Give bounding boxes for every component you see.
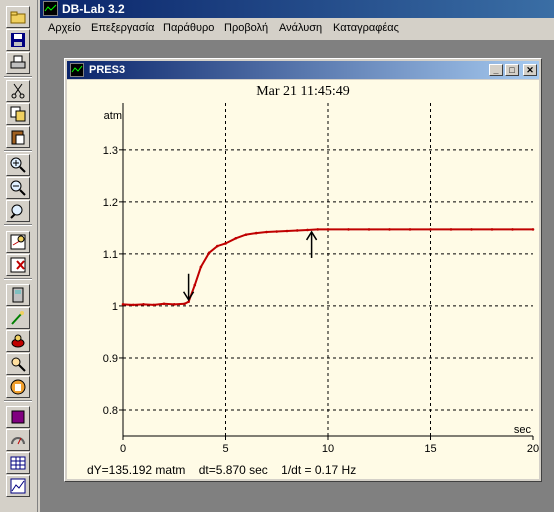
gauge-icon[interactable] bbox=[6, 429, 30, 451]
copy-icon[interactable] bbox=[6, 103, 30, 125]
maximize-button[interactable]: □ bbox=[505, 64, 519, 76]
graph-window-title: PRES3 bbox=[89, 64, 126, 76]
data-point bbox=[347, 228, 350, 231]
x-tick-label: 5 bbox=[222, 443, 228, 455]
toolbar-separator bbox=[4, 76, 32, 78]
data-point bbox=[162, 302, 166, 306]
delete-marker-icon[interactable] bbox=[6, 254, 30, 276]
dt-readout: dt=5.870 sec bbox=[198, 463, 268, 477]
x-tick-label: 15 bbox=[424, 443, 436, 455]
data-point bbox=[207, 251, 211, 255]
data-point bbox=[295, 229, 299, 232]
y-tick-label: 1.1 bbox=[103, 249, 118, 261]
graph-icon[interactable] bbox=[6, 475, 30, 497]
data-point bbox=[470, 228, 473, 231]
data-point bbox=[275, 230, 279, 233]
data-point bbox=[490, 228, 494, 231]
data-point bbox=[429, 228, 432, 231]
cut-icon[interactable] bbox=[6, 80, 30, 102]
device-icon[interactable] bbox=[6, 284, 30, 306]
data-point bbox=[142, 303, 145, 306]
toolbar-separator bbox=[4, 400, 32, 402]
menu-edit[interactable]: Επεξεργασία bbox=[89, 18, 156, 38]
add-marker-icon[interactable] bbox=[6, 231, 30, 253]
menu-file[interactable]: Αρχείο bbox=[46, 18, 83, 38]
freq-readout: 1/dt = 0.17 Hz bbox=[281, 463, 357, 477]
save-disk-icon[interactable] bbox=[6, 29, 30, 51]
x-tick-label: 0 bbox=[120, 443, 126, 455]
stop-icon[interactable] bbox=[6, 406, 30, 428]
minimize-button[interactable]: _ bbox=[489, 64, 503, 76]
record-icon[interactable] bbox=[6, 330, 30, 352]
graph-window-titlebar[interactable]: PRES3 _ □ ✕ bbox=[67, 61, 539, 79]
y-tick-label: 1.3 bbox=[103, 145, 118, 157]
x-tick-label: 10 bbox=[322, 443, 334, 455]
data-point bbox=[121, 303, 125, 306]
data-point bbox=[183, 302, 186, 306]
y-tick-label: 1.2 bbox=[103, 197, 118, 209]
data-point bbox=[316, 228, 320, 231]
toolbar-separator bbox=[4, 224, 32, 226]
zoom-out-icon[interactable] bbox=[6, 177, 30, 199]
print-icon[interactable] bbox=[6, 52, 30, 74]
left-toolbar bbox=[0, 0, 38, 512]
zoom-in-icon[interactable] bbox=[6, 154, 30, 176]
zoom-fit-icon[interactable] bbox=[6, 200, 30, 222]
graph-window-icon bbox=[70, 63, 84, 77]
x-tick-label: 20 bbox=[527, 443, 539, 455]
graph-window: PRES3 _ □ ✕ Mar 21 11:45:49 0 5 10 15 20 0.8 0… bbox=[64, 58, 542, 482]
measurement-readout: dY=135.192 matm dt=5.870 sec 1/dt = 0.17… bbox=[87, 463, 356, 477]
x-axis-label: sec bbox=[514, 424, 532, 436]
sensor-probe-icon[interactable] bbox=[6, 307, 30, 329]
data-point bbox=[172, 303, 176, 306]
y-tick-label: 1 bbox=[112, 301, 118, 313]
dy-readout: dY=135.192 matm bbox=[87, 463, 186, 477]
inspect-icon[interactable] bbox=[6, 353, 30, 375]
close-button[interactable]: ✕ bbox=[523, 64, 537, 76]
open-folder-icon[interactable] bbox=[6, 6, 30, 28]
data-point bbox=[216, 244, 219, 248]
data-point bbox=[511, 228, 514, 231]
data-point bbox=[285, 229, 289, 233]
app-logo-icon bbox=[43, 1, 58, 16]
data-point bbox=[449, 228, 453, 231]
menu-logger[interactable]: Καταγραφέας bbox=[331, 18, 401, 38]
paste-icon[interactable] bbox=[6, 126, 30, 148]
app-title: DB-Lab 3.2 bbox=[62, 2, 125, 16]
menu-window[interactable]: Παράθυρο bbox=[161, 18, 216, 38]
data-point bbox=[224, 242, 227, 245]
menu-analysis[interactable]: Ανάλυση bbox=[277, 18, 324, 38]
data-point bbox=[367, 228, 371, 231]
toolbar-separator bbox=[4, 278, 32, 280]
graph-client-area: Mar 21 11:45:49 0 5 10 15 20 0.8 0.9 1 1.1 1.2 1.3… bbox=[67, 80, 539, 479]
toolbar-separator bbox=[4, 150, 32, 152]
y-axis-label: atm bbox=[104, 110, 122, 122]
data-point bbox=[306, 228, 309, 232]
data-point bbox=[234, 236, 238, 240]
menu-bar: Αρχείο Επεξεργασία Παράθυρο Προβολή Ανάλ… bbox=[40, 18, 554, 38]
app-titlebar[interactable]: DB-Lab 3.2 bbox=[40, 0, 554, 18]
menu-view[interactable]: Προβολή bbox=[222, 18, 270, 38]
table-icon[interactable] bbox=[6, 452, 30, 474]
data-point bbox=[244, 233, 248, 236]
data-point bbox=[152, 303, 156, 307]
data-point bbox=[408, 228, 412, 231]
data-point bbox=[254, 231, 258, 235]
data-point bbox=[193, 283, 197, 287]
data-point bbox=[131, 303, 135, 307]
data-point bbox=[265, 230, 268, 234]
data-point bbox=[326, 228, 330, 231]
y-tick-label: 0.9 bbox=[103, 353, 118, 365]
data-point bbox=[388, 228, 391, 231]
y-tick-label: 0.8 bbox=[103, 405, 118, 417]
hand-pan-icon[interactable] bbox=[6, 376, 30, 398]
data-point bbox=[199, 265, 203, 269]
data-point bbox=[531, 228, 535, 231]
pressure-chart[interactable]: 0 5 10 15 20 0.8 0.9 1 1.1 1.2 1.3 atm sec bbox=[67, 80, 539, 458]
